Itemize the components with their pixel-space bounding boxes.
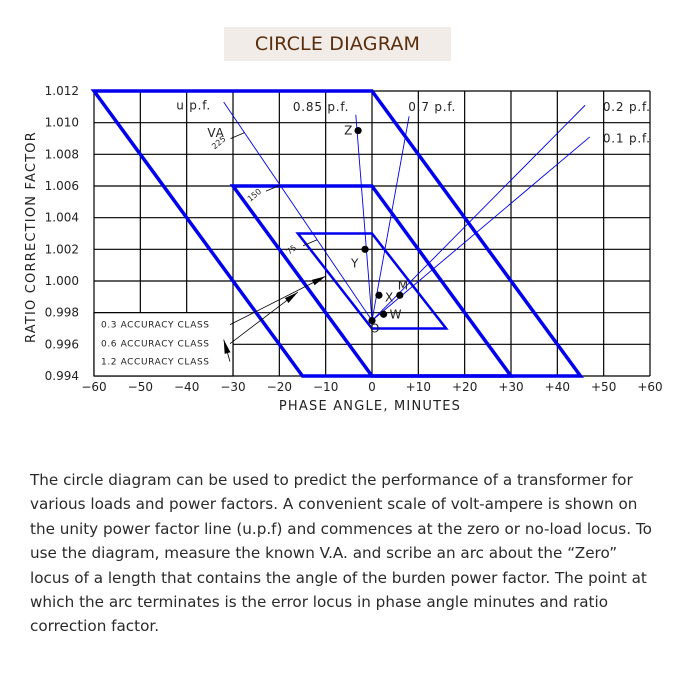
y-tick-label: 1.010 xyxy=(45,116,79,130)
power-factor-label: u.p.f. xyxy=(176,98,211,112)
description-paragraph: The circle diagram can be used to predic… xyxy=(30,471,652,636)
leader-line xyxy=(229,275,326,326)
y-tick-label: 1.004 xyxy=(45,211,79,225)
x-axis-label: PHASE ANGLE, MINUTES xyxy=(279,399,461,414)
legend-label: 1.2 ACCURACY CLASS xyxy=(101,358,210,368)
x-tick-label: +50 xyxy=(591,380,616,394)
locus-label: M xyxy=(398,278,409,292)
x-tick-label: −20 xyxy=(267,380,292,394)
y-tick-label: 1.012 xyxy=(45,84,79,98)
y-tick-label: 1.002 xyxy=(45,242,79,256)
legend-label: 0.6 ACCURACY CLASS xyxy=(101,340,210,350)
x-tick-label: −10 xyxy=(313,380,338,394)
y-tick-label: 1.000 xyxy=(45,274,79,288)
va-tick-label: 150 xyxy=(246,187,263,204)
x-tick-label: −40 xyxy=(174,380,199,394)
x-tick-labels: −60 −50 −40 −30 −20 −10 0 +10 +20 +30 +40 +50 +60 xyxy=(81,380,662,394)
y-axis-label: RATIO CORRECTION FACTOR xyxy=(24,131,39,343)
x-tick-label: −30 xyxy=(220,380,245,394)
y-tick-labels: 1.012 1.010 1.008 1.006 1.004 1.002 1.000 0.998… xyxy=(45,84,79,383)
power-factor-label: 0.7 p.f. xyxy=(408,100,456,114)
locus-label: W xyxy=(390,307,403,321)
y-tick-label: 1.008 xyxy=(45,147,79,161)
y-tick-label: 0.994 xyxy=(45,369,79,383)
y-tick-label: 0.996 xyxy=(45,337,79,351)
circle-diagram-chart: 1.012 1.010 1.008 1.006 1.004 1.002 1.000 0.998… xyxy=(24,84,663,414)
locus-label: O xyxy=(370,322,380,336)
x-tick-label: −60 xyxy=(81,380,106,394)
x-tick-label: −50 xyxy=(128,380,153,394)
x-tick-label: +20 xyxy=(452,380,477,394)
locus-label: Y xyxy=(350,256,359,270)
locus-point xyxy=(361,245,369,253)
y-tick-label: 1.006 xyxy=(45,179,79,193)
power-factor-label: 0.85 p.f. xyxy=(293,100,349,114)
locus-label: X xyxy=(385,290,394,304)
power-factor-label: 0.1 p.f. xyxy=(603,132,651,146)
x-tick-label: +10 xyxy=(406,380,431,394)
x-tick-label: +40 xyxy=(545,380,570,394)
x-tick-label: +60 xyxy=(637,380,662,394)
power-factor-label: 0.2 p.f. xyxy=(603,100,651,114)
legend-label: 0.3 ACCURACY CLASS xyxy=(101,321,210,331)
locus-point xyxy=(375,291,383,299)
va-tick-label: 75 xyxy=(285,243,299,256)
x-tick-label: +30 xyxy=(498,380,523,394)
accuracy-class-legend: 0.3 ACCURACY CLASS 0.6 ACCURACY CLASS 1.2 … xyxy=(93,312,234,377)
y-tick-label: 0.998 xyxy=(45,306,79,320)
locus-label: Z xyxy=(344,124,353,138)
locus-point xyxy=(396,291,404,299)
locus-point xyxy=(379,310,388,318)
x-tick-label: 0 xyxy=(368,380,376,394)
locus-point xyxy=(354,126,362,135)
